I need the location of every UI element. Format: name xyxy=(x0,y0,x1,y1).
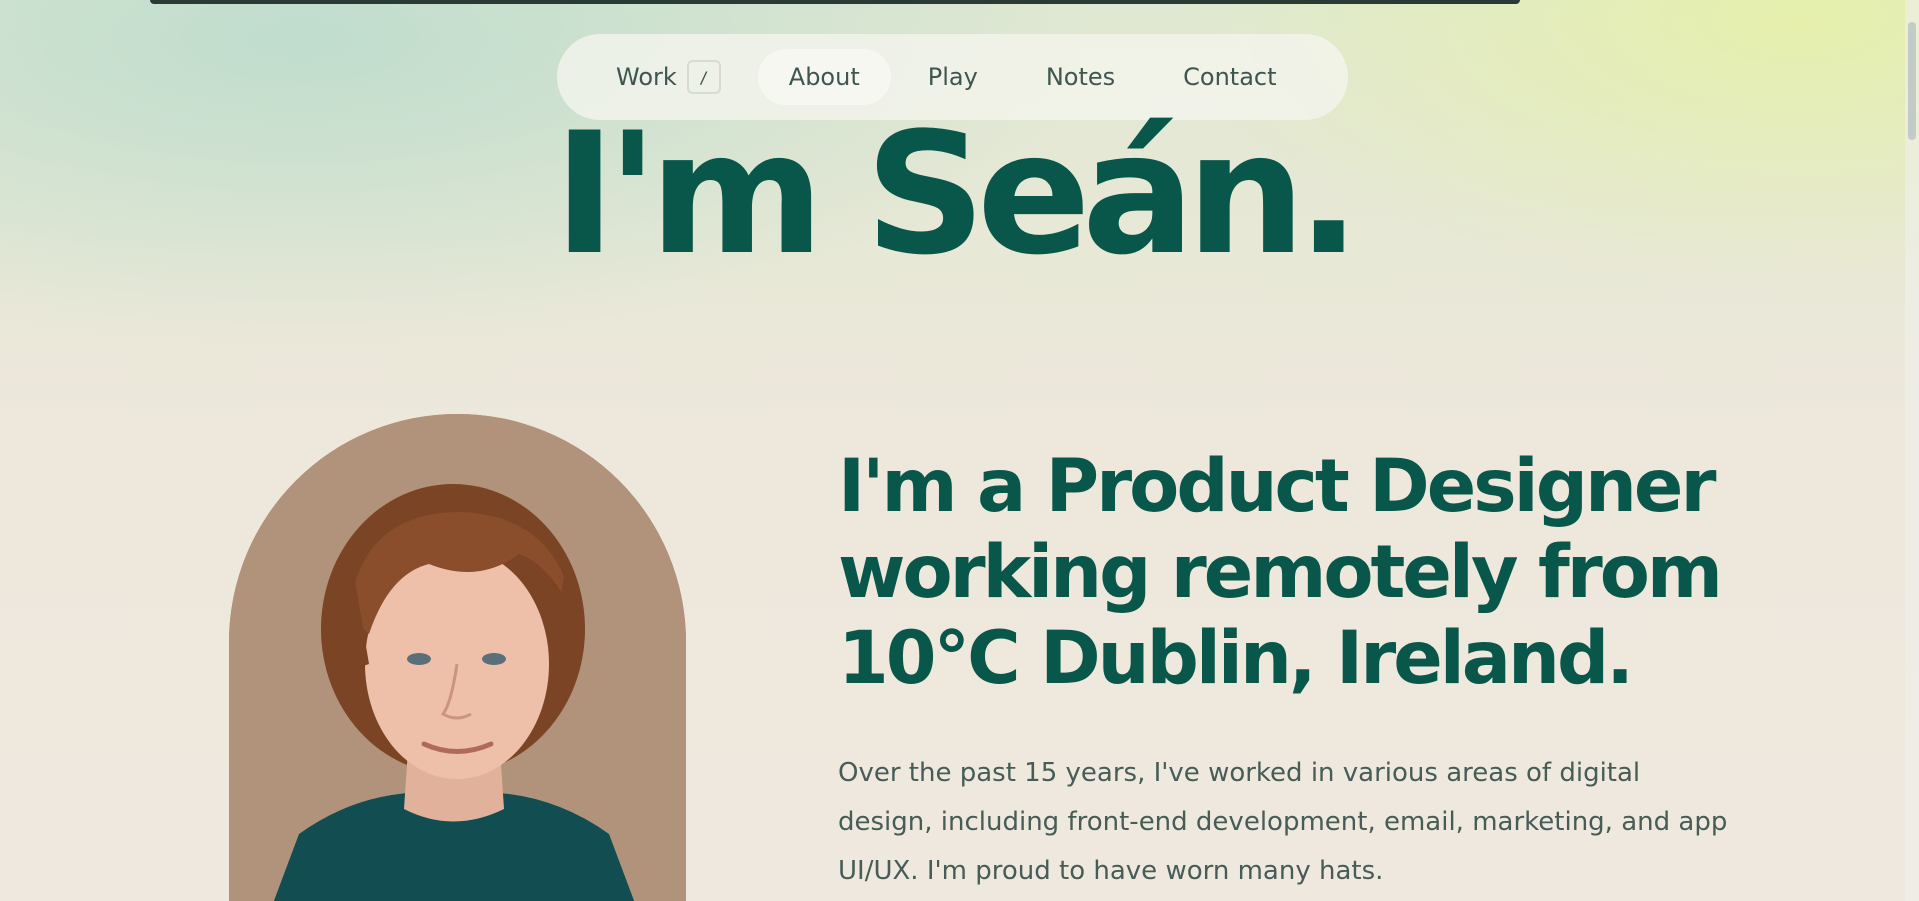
nav-item-label: Notes xyxy=(1045,63,1116,91)
nav-item-label: Contact xyxy=(1183,63,1277,91)
keyboard-shortcut-badge: / xyxy=(686,60,721,94)
about-bio: Over the past 15 years, I've worked in v… xyxy=(838,758,1728,886)
page: Work / About Play Notes Contact I'm Seán… xyxy=(0,0,1919,901)
nav-item-label: About xyxy=(788,63,860,91)
about-headline: I'm a Product Designer working remotely … xyxy=(838,444,1738,702)
scrollbar[interactable] xyxy=(1905,0,1919,901)
about-headline-line: working remotely from xyxy=(838,530,1723,615)
profile-photo-illustration xyxy=(229,414,686,901)
browser-top-edge xyxy=(150,0,1520,4)
profile-photo xyxy=(229,414,686,901)
nav-item-label: Play xyxy=(927,63,978,91)
nav-item-label: Work xyxy=(616,63,677,91)
about-headline-line: I'm a Product Designer xyxy=(838,444,1716,529)
page-title: I'm Seán. xyxy=(553,96,1360,292)
scrollbar-thumb[interactable] xyxy=(1908,22,1916,140)
about-headline-line: 10°C Dublin, Ireland. xyxy=(838,616,1634,701)
